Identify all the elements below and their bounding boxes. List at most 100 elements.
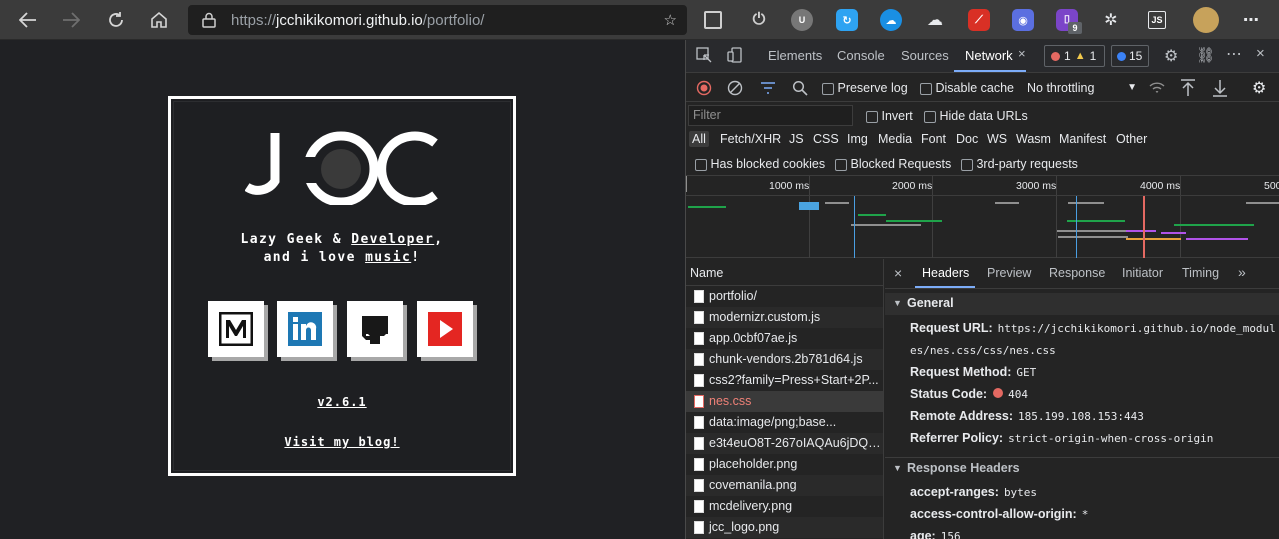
- tab-preview[interactable]: Preview: [987, 266, 1031, 280]
- blocked-requests-checkbox[interactable]: Blocked Requests: [835, 157, 951, 171]
- linkedin-link[interactable]: [277, 301, 333, 357]
- discord-extension-icon[interactable]: ◉: [1012, 9, 1034, 31]
- search-icon[interactable]: [792, 80, 808, 99]
- filter-type-other[interactable]: Other: [1116, 132, 1147, 146]
- developer-link[interactable]: Developer: [351, 232, 434, 247]
- filter-type-css[interactable]: CSS: [813, 132, 839, 146]
- filter-type-media[interactable]: Media: [878, 132, 912, 146]
- filter-type-wasm[interactable]: Wasm: [1016, 132, 1051, 146]
- request-name: placeholder.png: [709, 457, 798, 471]
- general-section-header[interactable]: ▼ General: [885, 293, 1279, 315]
- warning-icon: ▲: [1074, 50, 1086, 62]
- devtools-tab-bar: Elements Console Sources Network × 1 ▲ 1 …: [686, 40, 1279, 73]
- music-link[interactable]: music: [365, 250, 411, 265]
- request-row[interactable]: nes.css: [686, 391, 883, 412]
- collections-icon[interactable]: JS: [1148, 11, 1166, 29]
- request-row[interactable]: app.0cbf07ae.js: [686, 328, 883, 349]
- third-party-requests-checkbox[interactable]: 3rd-party requests: [961, 157, 1078, 171]
- timeline-bar: [1246, 202, 1279, 204]
- network-settings-gear-icon[interactable]: ⚙: [1252, 78, 1266, 98]
- import-har-icon[interactable]: [1180, 79, 1196, 100]
- tab-network[interactable]: Network: [965, 48, 1013, 63]
- cloud-sync-icon[interactable]: ☁: [880, 9, 902, 31]
- console-counts[interactable]: 1 ▲ 1: [1044, 45, 1105, 67]
- youtube-link[interactable]: [417, 301, 473, 357]
- throttling-select[interactable]: No throttling ▼: [1027, 81, 1137, 95]
- has-blocked-cookies-checkbox[interactable]: Has blocked cookies: [695, 157, 825, 171]
- tab-elements[interactable]: Elements: [768, 48, 822, 63]
- timeline-bar: [825, 202, 849, 204]
- timeline-bar: [799, 202, 819, 210]
- favorite-star-icon[interactable]: ☆: [664, 11, 677, 29]
- clear-icon[interactable]: [727, 80, 743, 99]
- browser-menu-icon[interactable]: ⋯: [1240, 9, 1262, 31]
- issues-count[interactable]: 15: [1111, 45, 1149, 67]
- back-icon[interactable]: [14, 6, 42, 34]
- filter-type-doc[interactable]: Doc: [956, 132, 978, 146]
- inspect-element-icon[interactable]: [696, 47, 712, 66]
- lock-icon: [202, 12, 216, 28]
- measure-extension-icon[interactable]: ⟋: [968, 9, 990, 31]
- remote-devices-icon[interactable]: ⛓: [1196, 46, 1215, 64]
- request-row[interactable]: covemanila.png: [686, 475, 883, 496]
- tab-headers[interactable]: Headers: [922, 266, 969, 280]
- filter-type-img[interactable]: Img: [847, 132, 868, 146]
- network-overview-timeline[interactable]: 1000 ms 2000 ms 3000 ms 4000 ms 500: [686, 176, 1279, 258]
- request-row[interactable]: css2?family=Press+Start+2P...: [686, 370, 883, 391]
- home-icon[interactable]: [145, 6, 173, 34]
- tab-initiator[interactable]: Initiator: [1122, 266, 1163, 280]
- close-devtools-icon[interactable]: ×: [1256, 45, 1265, 62]
- record-icon[interactable]: [696, 80, 712, 99]
- export-har-icon[interactable]: [1212, 79, 1228, 100]
- request-row[interactable]: e3t4euO8T-267oIAQAu6jDQy...: [686, 433, 883, 454]
- address-bar[interactable]: https://jcchikikomori.github.io/portfoli…: [188, 5, 687, 35]
- save-page-icon[interactable]: [704, 11, 722, 29]
- request-row[interactable]: data:image/png;base...: [686, 412, 883, 433]
- tab-timing[interactable]: Timing: [1182, 266, 1219, 280]
- request-row[interactable]: portfolio/: [686, 286, 883, 307]
- invert-checkbox[interactable]: Invert: [866, 109, 913, 123]
- filter-type-js[interactable]: JS: [789, 132, 804, 146]
- power-icon[interactable]: ⏻: [748, 9, 770, 31]
- response-headers-section-header[interactable]: ▼ Response Headers: [885, 457, 1279, 479]
- filter-type-fetch-xhr[interactable]: Fetch/XHR: [720, 132, 781, 146]
- tab-response[interactable]: Response: [1049, 266, 1105, 280]
- filter-type-manifest[interactable]: Manifest: [1059, 132, 1106, 146]
- filter-type-font[interactable]: Font: [921, 132, 946, 146]
- filter-type-all[interactable]: All: [689, 131, 709, 147]
- close-detail-icon[interactable]: ×: [894, 265, 902, 281]
- devtools-menu-icon[interactable]: ⋯: [1226, 44, 1242, 64]
- request-row[interactable]: placeholder.png: [686, 454, 883, 475]
- request-method-row: Request Method: GET: [910, 365, 1037, 379]
- settings-gear-icon[interactable]: ⚙: [1164, 46, 1178, 66]
- translate-extension-icon[interactable]: ↻: [836, 9, 858, 31]
- blog-link[interactable]: Visit my blog!: [171, 435, 513, 449]
- medium-link[interactable]: [208, 301, 264, 357]
- request-row[interactable]: jcc_logo.png: [686, 517, 883, 538]
- request-row[interactable]: mcdelivery.png: [686, 496, 883, 517]
- close-network-tab-icon[interactable]: ×: [1018, 46, 1026, 61]
- network-conditions-icon[interactable]: [1148, 80, 1166, 99]
- hide-data-urls-checkbox[interactable]: Hide data URLs: [924, 109, 1028, 123]
- name-column-header[interactable]: Name: [686, 259, 883, 286]
- extension-badge: 9: [1068, 22, 1082, 34]
- tab-sources[interactable]: Sources: [901, 48, 949, 63]
- disable-cache-checkbox[interactable]: Disable cache: [920, 81, 1014, 95]
- more-tabs-chevron-icon[interactable]: »: [1238, 264, 1246, 280]
- extensions-puzzle-icon[interactable]: ✲: [1100, 9, 1122, 31]
- tab-console[interactable]: Console: [837, 48, 885, 63]
- filter-icon[interactable]: [760, 80, 776, 99]
- request-row[interactable]: chunk-vendors.2b781d64.js: [686, 349, 883, 370]
- forward-icon[interactable]: [57, 6, 85, 34]
- device-toolbar-icon[interactable]: [727, 47, 743, 66]
- github-link[interactable]: [347, 301, 403, 357]
- version-link[interactable]: v2.6.1: [171, 395, 513, 409]
- profile-avatar[interactable]: [1193, 7, 1219, 33]
- preserve-log-checkbox[interactable]: Preserve log: [822, 81, 908, 95]
- refresh-icon[interactable]: [102, 6, 130, 34]
- cloud-icon[interactable]: ☁: [924, 9, 946, 31]
- filter-input[interactable]: Filter: [688, 105, 853, 126]
- ublock-icon[interactable]: U: [791, 9, 813, 31]
- filter-type-ws[interactable]: WS: [987, 132, 1007, 146]
- request-row[interactable]: modernizr.custom.js: [686, 307, 883, 328]
